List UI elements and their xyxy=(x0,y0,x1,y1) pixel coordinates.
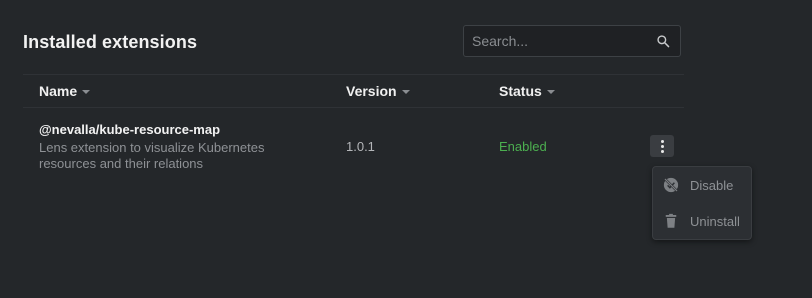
column-header-label: Name xyxy=(39,83,78,99)
row-actions-button[interactable] xyxy=(650,135,674,157)
search-box[interactable] xyxy=(463,25,681,57)
extension-name: @nevalla/kube-resource-map xyxy=(39,122,221,137)
extensions-page: Installed extensions Name Version Status… xyxy=(0,0,812,298)
disable-icon xyxy=(663,177,679,193)
menu-item-uninstall[interactable]: Uninstall xyxy=(653,203,751,239)
table-header-divider xyxy=(23,107,684,108)
extension-status: Enabled xyxy=(499,139,547,154)
column-header-name[interactable]: Name xyxy=(39,83,91,99)
search-icon[interactable] xyxy=(656,34,670,48)
row-actions-menu: Disable Uninstall xyxy=(652,166,752,240)
menu-item-label: Uninstall xyxy=(690,213,740,229)
trash-icon xyxy=(665,213,677,228)
sort-down-icon xyxy=(546,90,555,94)
header-divider xyxy=(23,74,684,75)
sort-down-icon xyxy=(401,90,410,94)
column-header-label: Status xyxy=(499,83,542,99)
menu-item-disable[interactable]: Disable xyxy=(653,167,751,203)
extension-description: Lens extension to visualize Kubernetes r… xyxy=(39,140,265,171)
column-header-version[interactable]: Version xyxy=(346,83,410,99)
sort-down-icon xyxy=(82,90,91,94)
column-header-status[interactable]: Status xyxy=(499,83,555,99)
menu-item-label: Disable xyxy=(690,177,734,193)
extension-version: 1.0.1 xyxy=(346,139,375,154)
column-header-label: Version xyxy=(346,83,397,99)
search-input[interactable] xyxy=(464,26,644,56)
page-title: Installed extensions xyxy=(23,32,198,52)
